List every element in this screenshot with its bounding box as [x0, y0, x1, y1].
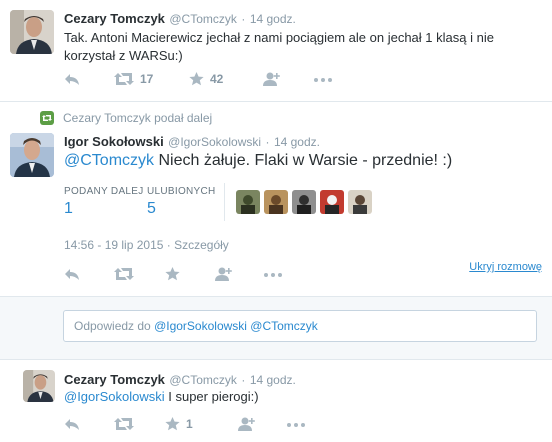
tweet-time[interactable]: 14 godz. — [250, 373, 296, 387]
favoriter-avatar[interactable] — [348, 190, 372, 214]
hide-conversation-link[interactable]: Ukryj rozmowę — [469, 261, 542, 273]
author-handle[interactable]: @CTomczyk — [169, 12, 237, 26]
retweet-note[interactable]: Cezary Tomczyk podał dalej — [63, 111, 212, 125]
retweet-stat[interactable]: PODANY DALEJ 1 — [64, 186, 144, 218]
author-handle[interactable]: @IgorSokolowski — [168, 135, 261, 149]
separator: · — [241, 373, 246, 387]
favorites-stat[interactable]: ULUBIONYCH 5 — [147, 186, 216, 218]
retweet-action[interactable]: 17 — [114, 72, 153, 86]
favoriter-avatar[interactable] — [236, 190, 260, 214]
author-handle[interactable]: @CTomczyk — [169, 373, 237, 387]
tweet-time[interactable]: 14 godz. — [274, 135, 320, 149]
retweet-icon[interactable] — [114, 417, 134, 431]
author-name[interactable]: Igor Sokołowski — [64, 134, 164, 149]
separator: · — [241, 12, 246, 26]
more-icon[interactable] — [314, 78, 332, 82]
favorite-action[interactable]: 1 — [165, 417, 193, 431]
tweet-text: Tak. Antoni Macierewicz jechał z nami po… — [64, 30, 494, 63]
favoriter-avatar[interactable] — [292, 190, 316, 214]
favorite-action[interactable]: 42 — [189, 72, 223, 86]
avatar[interactable] — [23, 370, 55, 402]
reply-icon[interactable] — [64, 267, 80, 281]
follow-icon[interactable] — [237, 417, 255, 431]
divider — [0, 101, 552, 102]
tweet-body: Niech żałuje. Flaki w Warsie - przednie!… — [154, 152, 453, 169]
retweet-icon — [40, 111, 54, 125]
retweet-context: Cezary Tomczyk podał dalej — [40, 111, 212, 125]
reply-area: Odpowiedz do @IgorSokolowski @CTomczyk — [0, 296, 552, 360]
retweet-count: 17 — [140, 72, 154, 86]
tweet-text: @CTomczyk Niech żałuje. Flaki w Warsie -… — [64, 150, 452, 172]
favorite-count: 42 — [210, 72, 224, 86]
tweet-text: @IgorSokolowski I super pierogi:) — [64, 388, 259, 406]
separator: · — [166, 238, 171, 252]
favorite-icon[interactable] — [165, 267, 180, 281]
avatar[interactable] — [10, 133, 54, 177]
stat-label: PODANY DALEJ — [64, 186, 144, 197]
stat-label: ULUBIONYCH — [147, 186, 216, 197]
author-name[interactable]: Cezary Tomczyk — [64, 372, 165, 387]
avatar[interactable] — [10, 10, 54, 54]
reply-icon[interactable] — [64, 417, 80, 431]
stats-divider — [224, 183, 225, 221]
favoriter-avatar[interactable] — [264, 190, 288, 214]
retweet-icon[interactable] — [114, 267, 134, 281]
reply-icon[interactable] — [64, 72, 80, 86]
favorite-count: 1 — [186, 417, 193, 431]
follow-icon[interactable] — [214, 267, 232, 281]
reply-prefix: Odpowiedz do — [74, 319, 155, 333]
stat-value: 1 — [64, 200, 73, 217]
favorite-icon — [189, 72, 204, 86]
stat-value: 5 — [147, 200, 156, 217]
mention-link[interactable]: @IgorSokolowski — [64, 389, 165, 404]
follow-icon[interactable] — [262, 72, 280, 86]
favorite-icon — [165, 417, 180, 431]
favoriter-avatar[interactable] — [320, 190, 344, 214]
tweet-body: I super pierogi:) — [164, 389, 259, 404]
author-name[interactable]: Cezary Tomczyk — [64, 11, 165, 26]
reply-mentions: @IgorSokolowski @CTomczyk — [154, 319, 318, 333]
more-icon[interactable] — [264, 273, 282, 277]
tweet-time[interactable]: 14 godz. — [250, 12, 296, 26]
retweet-icon — [114, 72, 134, 86]
tweet-timestamp: 14:56 - 19 lip 2015 — [64, 238, 164, 252]
details-link[interactable]: Szczegóły — [174, 238, 229, 252]
separator: · — [265, 135, 270, 149]
more-icon[interactable] — [287, 423, 305, 427]
mention-link[interactable]: @CTomczyk — [64, 152, 154, 169]
reply-input[interactable]: Odpowiedz do @IgorSokolowski @CTomczyk — [63, 310, 537, 342]
